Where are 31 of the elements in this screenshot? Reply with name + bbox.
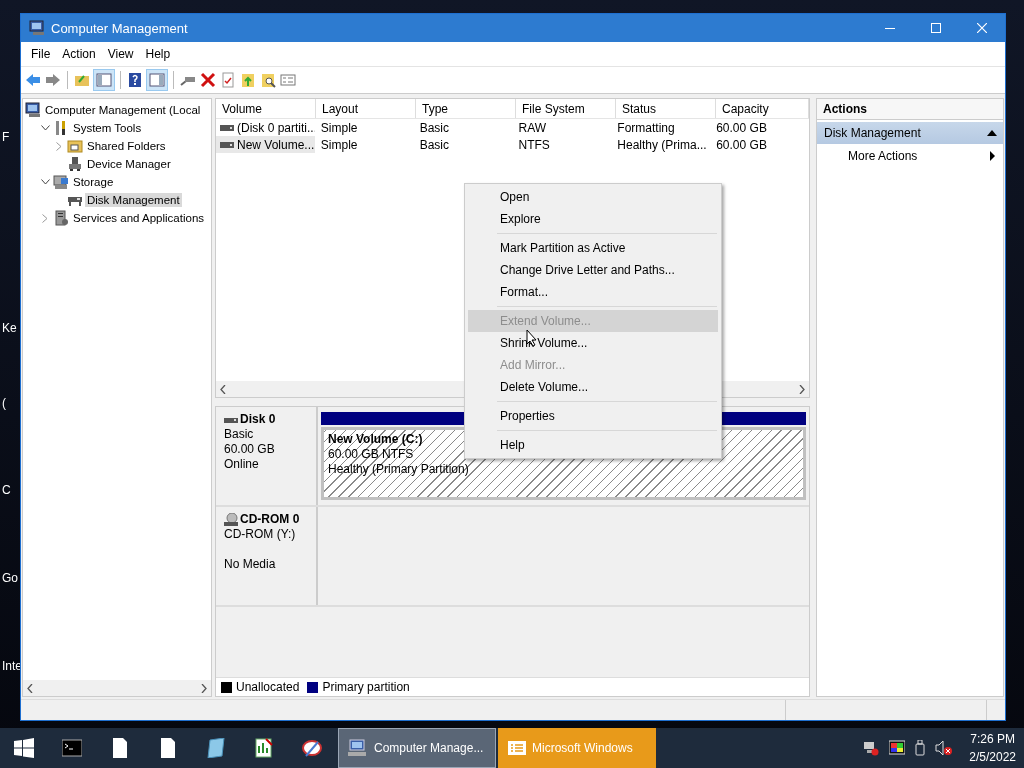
table-cell-text: 60.00 GB [715,137,768,152]
disk-type: Basic [224,427,255,442]
table-cell-text: Basic [418,137,450,152]
partition-status: Healthy (Primary Partition) [328,461,469,477]
table-cell-text: Healthy (Prima... [616,137,708,152]
table-cell-text: Basic [418,120,450,135]
table-cell-text: NTFS [517,137,551,152]
disk-size: 60.00 GB [224,442,276,457]
partition-size: 60.00 GB NTFS [328,446,414,462]
desktop-icon-label: ( [2,396,6,410]
clock-time: 7:26 PM [970,731,1015,748]
disk-name: CD-ROM 0 [240,512,300,527]
disk-name: Disk 0 [240,412,276,427]
desktop-icon-label: C [2,483,11,497]
table-cell-text: RAW [517,120,548,135]
legend-label: Primary partition [322,680,410,694]
table-cell-text: 60.00 GB [715,120,768,135]
legend-label: Unallocated [236,680,300,694]
desktop-icon-label: F [2,130,10,144]
table-cell-text: Simple [319,137,359,152]
table-cell-text: Simple [319,120,359,135]
desktop-icon-label: Ke [2,321,17,335]
window-title: Computer Management [51,20,189,36]
desktop-icon-label: Go [2,571,18,585]
disk-status: Online [224,457,260,472]
disk-type: CD-ROM (Y:) [224,527,297,542]
clock-date: 2/5/2022 [969,749,1016,766]
disk-status: No Media [224,557,277,572]
partition-name: New Volume (C:) [328,431,423,447]
pane-title: Actions [817,99,1003,120]
table-cell-text: Formatting [616,120,676,135]
